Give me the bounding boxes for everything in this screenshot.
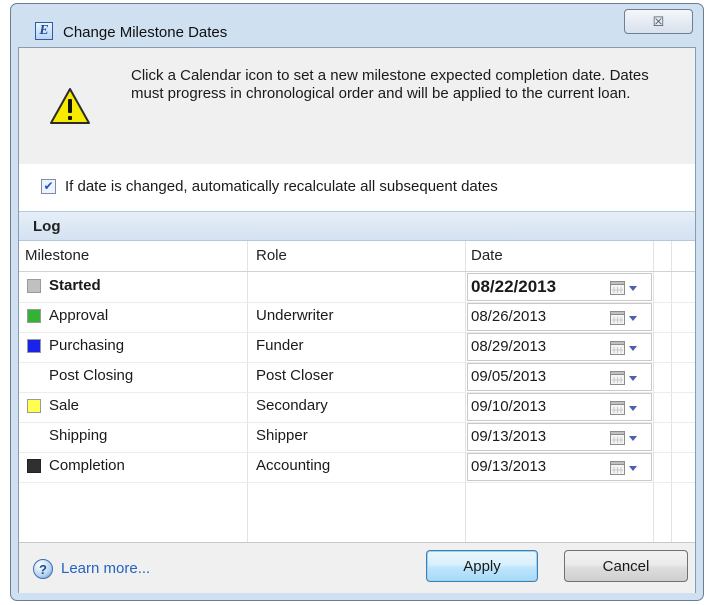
milestone-color-swatch — [27, 279, 41, 293]
milestone-role: Accounting — [256, 457, 331, 474]
column-header-role[interactable]: Role — [256, 247, 287, 264]
column-header-date[interactable]: Date — [471, 247, 503, 264]
milestone-date-field[interactable]: 09/05/2013 — [467, 363, 652, 391]
learn-more-link[interactable]: Learn more... — [61, 560, 150, 577]
recalc-checkbox[interactable]: ✔ — [41, 179, 56, 194]
title-bar: E Change Milestone Dates ☒ — [11, 4, 703, 44]
calendar-icon[interactable] — [609, 369, 643, 387]
milestone-date-field[interactable]: 09/13/2013 — [467, 453, 652, 481]
milestone-color-swatch — [27, 429, 41, 443]
column-header-milestone[interactable]: Milestone — [25, 247, 89, 264]
milestone-role: Secondary — [256, 397, 328, 414]
milestone-row[interactable]: Started 08/22/2013 — [19, 272, 695, 303]
warning-icon — [50, 88, 90, 124]
grid-header-row: Milestone Role Date — [19, 241, 695, 272]
milestone-role: Post Closer — [256, 367, 334, 384]
milestone-row[interactable]: Post Closing Post Closer 09/05/2013 — [19, 362, 695, 393]
milestone-name: Started — [49, 277, 101, 294]
close-icon: ☒ — [652, 13, 665, 29]
milestone-date-field[interactable]: 09/13/2013 — [467, 423, 652, 451]
info-message: Click a Calendar icon to set a new miles… — [131, 67, 649, 102]
milestone-row[interactable]: Approval Underwriter 08/26/2013 — [19, 302, 695, 333]
milestone-name: Approval — [49, 307, 109, 324]
milestone-row[interactable]: Completion Accounting 09/13/2013 — [19, 452, 695, 483]
milestone-row[interactable]: Purchasing Funder 08/29/2013 — [19, 332, 695, 363]
dialog-title: Change Milestone Dates — [63, 24, 228, 41]
dialog-body: Click a Calendar icon to set a new miles… — [18, 47, 696, 593]
milestone-color-swatch — [27, 459, 41, 473]
recalc-label[interactable]: If date is changed, automatically recalc… — [65, 178, 498, 195]
calendar-icon[interactable] — [609, 459, 643, 477]
log-title: Log — [33, 218, 61, 235]
info-panel: Click a Calendar icon to set a new miles… — [19, 48, 695, 165]
milestone-name: Purchasing — [49, 337, 125, 354]
change-milestone-dates-dialog: E Change Milestone Dates ☒ Click a Calen… — [10, 3, 704, 601]
milestone-name: Post Closing — [49, 367, 134, 384]
milestone-date: 09/10/2013 — [471, 398, 547, 415]
milestone-date-field[interactable]: 08/22/2013 — [467, 273, 652, 301]
milestone-date: 09/13/2013 — [471, 458, 547, 475]
app-e-icon: E — [35, 22, 53, 40]
help-icon[interactable]: ? — [33, 559, 53, 579]
milestone-date: 09/13/2013 — [471, 428, 547, 445]
close-button[interactable]: ☒ — [624, 9, 693, 34]
milestone-role: Funder — [256, 337, 304, 354]
milestone-date-field[interactable]: 08/29/2013 — [467, 333, 652, 361]
calendar-icon[interactable] — [609, 279, 643, 297]
milestone-date: 08/22/2013 — [471, 277, 557, 296]
calendar-icon[interactable] — [609, 429, 643, 447]
milestone-name: Completion — [49, 457, 125, 474]
recalc-option: ✔ If date is changed, automatically reca… — [19, 164, 695, 211]
calendar-icon[interactable] — [609, 399, 643, 417]
dialog-footer: ? Learn more... Apply Cancel — [19, 542, 695, 593]
milestone-row[interactable]: Sale Secondary 09/10/2013 — [19, 392, 695, 423]
milestone-date-field[interactable]: 08/26/2013 — [467, 303, 652, 331]
apply-button[interactable]: Apply — [426, 550, 538, 582]
milestone-row[interactable]: Shipping Shipper 09/13/2013 — [19, 422, 695, 453]
calendar-icon[interactable] — [609, 339, 643, 357]
milestone-role: Underwriter — [256, 307, 334, 324]
milestone-color-swatch — [27, 399, 41, 413]
milestone-color-swatch — [27, 309, 41, 323]
log-section-header: Log — [19, 211, 695, 241]
milestone-color-swatch — [27, 369, 41, 383]
milestone-date-field[interactable]: 09/10/2013 — [467, 393, 652, 421]
milestone-name: Sale — [49, 397, 80, 414]
milestone-date: 08/29/2013 — [471, 338, 547, 355]
milestone-date: 08/26/2013 — [471, 308, 547, 325]
milestone-name: Shipping — [49, 427, 108, 444]
milestone-color-swatch — [27, 339, 41, 353]
milestone-date: 09/05/2013 — [471, 368, 547, 385]
milestone-role: Shipper — [256, 427, 308, 444]
cancel-button[interactable]: Cancel — [564, 550, 688, 582]
calendar-icon[interactable] — [609, 309, 643, 327]
milestone-grid: Milestone Role Date Started 08/22/2013 App… — [19, 241, 695, 542]
